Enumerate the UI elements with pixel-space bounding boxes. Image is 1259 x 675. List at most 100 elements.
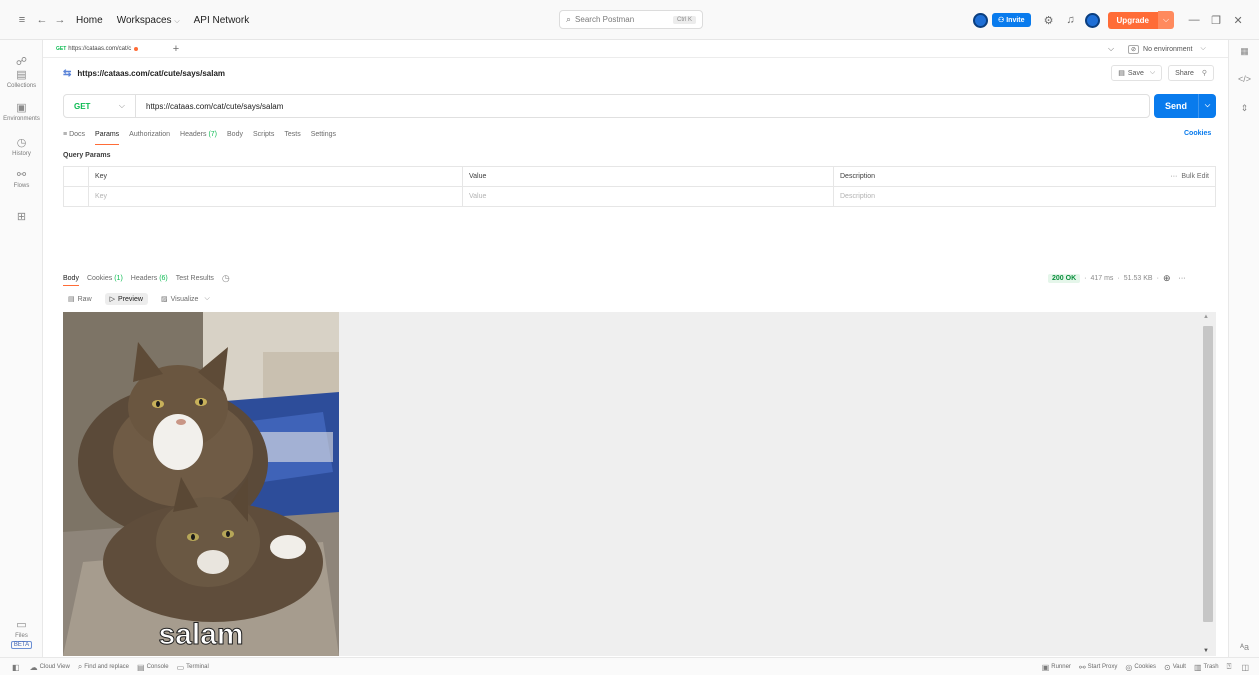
request-title-row: ⇆ https://cataas.com/cat/cute/says/salam… (43, 62, 1228, 84)
play-icon: ▷ (109, 296, 116, 303)
more-options-icon[interactable]: ··· (1178, 275, 1185, 282)
response-size[interactable]: 51.53 KB (1124, 275, 1153, 282)
back-arrow-icon[interactable]: ← (34, 12, 50, 28)
response-view-modes: ▤ Raw ▷ Preview ▨ Visualize ⌵ (63, 292, 223, 306)
search-shortcut: Ctrl K (673, 15, 696, 24)
response-tab-headers[interactable]: Headers (6) (131, 275, 168, 282)
beta-badge: BETA (10, 641, 33, 649)
send-button[interactable]: Send ⌵ (1154, 94, 1216, 118)
profile-avatar[interactable] (1084, 12, 1100, 28)
forward-arrow-icon[interactable]: → (52, 12, 68, 28)
top-bar: ≡ ← → Home Workspaces ⌵ API Network ⌕ Se… (0, 0, 1259, 40)
restore-window-icon[interactable]: ❐ (1208, 12, 1224, 28)
tab-body[interactable]: Body (227, 128, 243, 142)
menu-icon[interactable]: ≡ (14, 12, 30, 28)
more-icon: ··· (1170, 173, 1178, 180)
response-history-icon[interactable]: ◷ (222, 273, 230, 284)
url-bar: GET ⌵ https://cataas.com/cat/cute/says/s… (63, 94, 1150, 118)
tab-settings[interactable]: Settings (311, 128, 336, 142)
sidebar-item-history[interactable]: ◷ History (0, 136, 43, 157)
upgrade-button[interactable]: Upgrade (1107, 11, 1158, 29)
scroll-up-icon[interactable]: ▲ (1203, 314, 1209, 320)
find-replace-button[interactable]: ⌕ Find and replace (78, 662, 129, 672)
image-caption: salam (158, 618, 243, 651)
tab-authorization[interactable]: Authorization (129, 128, 170, 142)
tab-params[interactable]: Params (95, 128, 120, 145)
scroll-down-icon[interactable]: ▼ (1203, 648, 1209, 654)
vault-button[interactable]: ⊙ Vault (1164, 663, 1186, 672)
request-title[interactable]: https://cataas.com/cat/cute/says/salam (77, 69, 225, 78)
search-input[interactable]: ⌕ Search Postman Ctrl K (559, 10, 703, 29)
minimize-icon[interactable]: — (1186, 12, 1202, 28)
cloud-icon: ☁ (29, 662, 38, 672)
table-header-row: Key Value Description ··· Bulk Edit (64, 167, 1215, 187)
status-bar: ◧ ☁ Cloud View ⌕ Find and replace ▤ Console… (0, 657, 1259, 675)
vault-icon: ⊙ (1164, 662, 1171, 672)
tab-docs[interactable]: ≡ Docs (63, 128, 85, 142)
tabs-dropdown-icon[interactable]: ⌵ (1103, 41, 1119, 57)
left-sidebar: ☍ ▤ Collections ▣ Environments ◷ History… (0, 40, 43, 657)
request-tab-row (43, 40, 1228, 58)
method-select[interactable]: GET ⌵ (64, 95, 136, 117)
close-window-icon[interactable]: ✕ (1230, 12, 1246, 28)
nav-home[interactable]: Home (76, 15, 103, 26)
console-button[interactable]: ▤ Console (137, 663, 169, 672)
terminal-button[interactable]: ▭ Terminal (177, 663, 209, 672)
sidebar-item-collections[interactable]: ▤ Collections (0, 68, 43, 89)
invite-button[interactable]: ⚇ Invite (992, 13, 1031, 27)
cookies-link[interactable]: Cookies (1184, 130, 1211, 137)
search-icon: ⌕ (566, 14, 572, 24)
query-params-table: Key Value Description ··· Bulk Edit Key … (63, 166, 1216, 207)
cloud-view-button[interactable]: ☁ Cloud View (30, 663, 70, 672)
new-tab-plus-icon[interactable]: + (168, 41, 184, 57)
expand-icon[interactable]: ⇕ (1229, 103, 1259, 114)
value-input[interactable]: Value (462, 187, 833, 207)
chevron-down-icon: ⌵ (1149, 69, 1156, 76)
view-preview-button[interactable]: ▷ Preview (104, 293, 148, 305)
bell-icon[interactable]: ♫ (1063, 12, 1079, 28)
cookies-button[interactable]: ◎ Cookies (1125, 663, 1156, 672)
response-tabs: Body Cookies (1) Headers (6) Test Result… (63, 272, 230, 286)
view-raw-button[interactable]: ▤ Raw (63, 293, 97, 305)
tab-active-request[interactable]: GET https://cataas.com/cat/c (56, 41, 166, 57)
globe-icon[interactable]: ⊕ (1163, 273, 1171, 284)
font-size-icon[interactable]: ᴬa (1229, 642, 1259, 652)
avatar-icon[interactable] (973, 12, 988, 28)
help-icon[interactable]: ⍰ (1227, 662, 1234, 672)
sidebar-item-files[interactable]: ▭ Files BETA (0, 618, 43, 649)
sidebar-item-apps[interactable]: ⊞ (0, 210, 43, 225)
share-button[interactable]: Share ⚲ (1168, 65, 1214, 81)
environment-selector[interactable]: ⊘ No environment ⌵ (1128, 41, 1206, 57)
toggle-sidebar-button[interactable]: ◧ (12, 663, 22, 672)
settings-gear-icon[interactable]: ⚙ (1041, 12, 1057, 28)
save-button[interactable]: ▤ Save ⌵ (1111, 65, 1163, 81)
upgrade-dropdown-icon[interactable]: ⌵ (1157, 11, 1175, 29)
bulk-edit-button[interactable]: ··· Bulk Edit (1133, 167, 1217, 187)
view-visualize-button[interactable]: ▨ Visualize ⌵ (156, 293, 215, 305)
response-time[interactable]: 417 ms (1090, 275, 1113, 282)
trash-button[interactable]: ▥ Trash (1194, 663, 1219, 672)
response-tab-cookies[interactable]: Cookies (1) (87, 275, 123, 282)
code-icon[interactable]: </> (1229, 74, 1259, 84)
key-input[interactable]: Key (88, 187, 462, 207)
sidebar-item-environments[interactable]: ▣ Environments (0, 101, 43, 122)
history-icon: ◷ (16, 137, 27, 149)
start-proxy-button[interactable]: ⚯ Start Proxy (1079, 663, 1117, 672)
nav-api-network[interactable]: API Network (194, 15, 250, 26)
documentation-icon[interactable]: ▦ (1229, 46, 1259, 57)
tab-scripts[interactable]: Scripts (253, 128, 274, 142)
status-badge[interactable]: 200 OK (1048, 273, 1081, 283)
link-icon: ⚲ (1201, 70, 1207, 77)
scrollbar-thumb[interactable] (1203, 326, 1213, 622)
tab-tests[interactable]: Tests (284, 128, 300, 142)
send-dropdown-icon[interactable]: ⌵ (1198, 94, 1216, 118)
runner-button[interactable]: ▣ Runner (1042, 663, 1071, 672)
nav-workspaces[interactable]: Workspaces ⌵ (117, 15, 180, 26)
url-input[interactable]: https://cataas.com/cat/cute/says/salam (136, 102, 283, 111)
response-tab-body[interactable]: Body (63, 275, 79, 286)
response-tab-test-results[interactable]: Test Results (176, 275, 214, 282)
layout-toggle-icon[interactable]: ◫ (1241, 663, 1251, 672)
tab-headers[interactable]: Headers (7) (180, 128, 217, 142)
description-input[interactable]: Description (833, 187, 1217, 207)
sidebar-item-flows[interactable]: ⚯ Flows (0, 168, 43, 189)
